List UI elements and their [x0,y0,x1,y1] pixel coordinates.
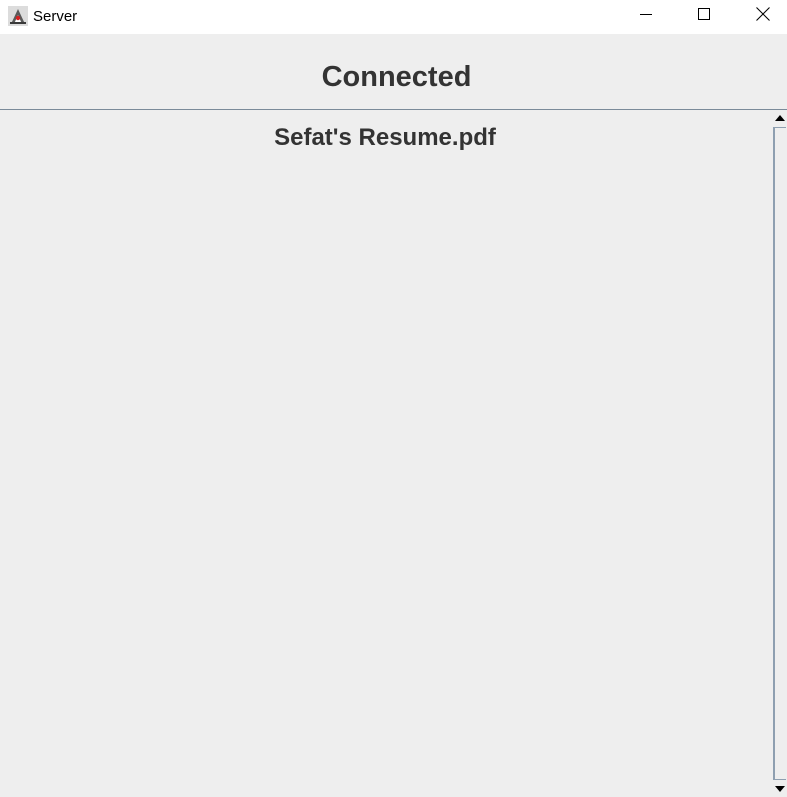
file-list[interactable]: Sefat's Resume.pdf [0,110,772,797]
file-list-item[interactable]: Sefat's Resume.pdf [0,124,770,152]
server-window: Server Connected Sefat's Resume.pdf [0,0,787,797]
close-icon [756,6,770,26]
close-button[interactable] [740,0,786,32]
file-list-scroll-pane[interactable]: Sefat's Resume.pdf [0,110,787,797]
window-title: Server [33,8,78,25]
maximize-icon [698,7,710,25]
status-header: Connected [0,34,787,110]
scroll-down-arrow-icon[interactable] [772,781,787,797]
title-bar[interactable]: Server [0,0,787,34]
maximize-button[interactable] [681,0,727,32]
scroll-thumb[interactable] [773,127,786,780]
java-duke-icon[interactable] [8,6,28,26]
vertical-scrollbar[interactable] [772,110,787,797]
scroll-up-arrow-icon[interactable] [772,110,787,126]
connection-status-label: Connected [321,61,472,93]
minimize-button[interactable] [623,0,669,32]
minimize-icon [640,7,652,25]
